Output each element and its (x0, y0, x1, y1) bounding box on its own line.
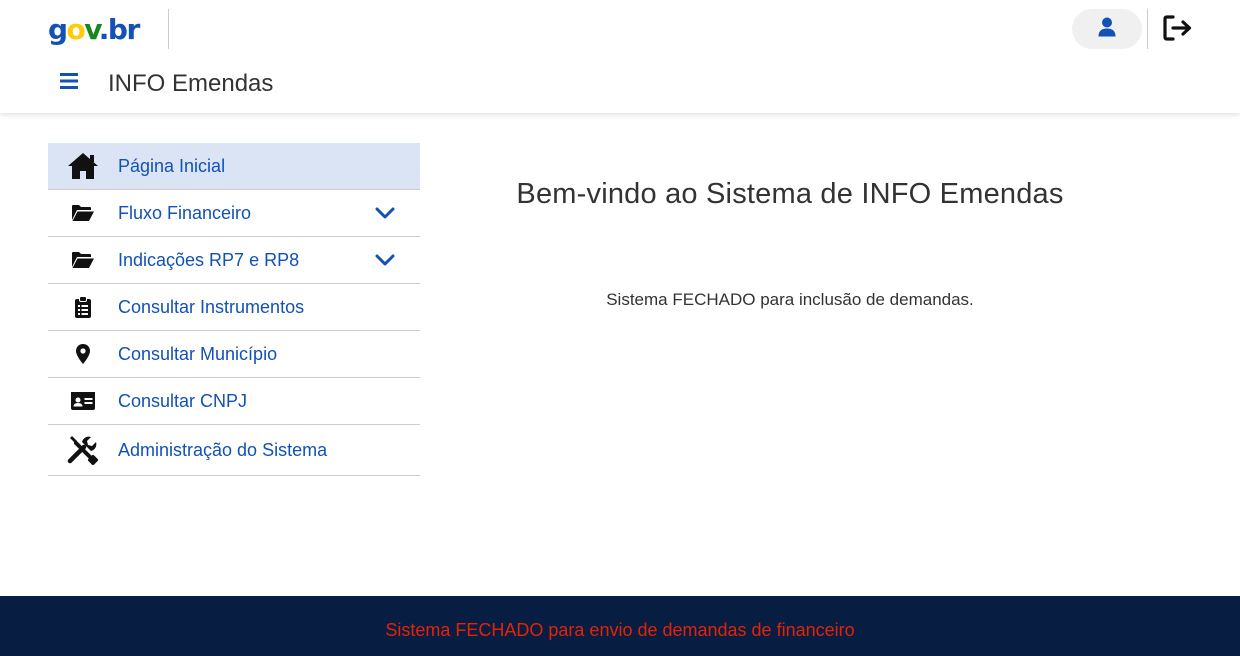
tools-icon (66, 433, 100, 467)
logout-button[interactable] (1160, 12, 1196, 48)
sidebar-item-fluxo-financeiro[interactable]: Fluxo Financeiro (48, 190, 420, 237)
user-icon (1098, 17, 1116, 42)
header-divider (168, 9, 169, 49)
sidebar-item-label: Administração do Sistema (118, 439, 328, 460)
sidebar-item-label: Fluxo Financeiro (118, 202, 252, 223)
sidebar-item-pagina-inicial[interactable]: Página Inicial (48, 143, 420, 190)
folder-open-icon (66, 243, 100, 277)
footer: Sistema FECHADO para envio de demandas d… (0, 596, 1240, 656)
sidebar-item-label: Consultar Município (118, 343, 278, 364)
sidebar-item-label: Consultar Instrumentos (118, 296, 305, 317)
folder-open-icon (66, 196, 100, 230)
home-icon (66, 149, 100, 183)
sidebar-item-consultar-instrumentos[interactable]: Consultar Instrumentos (48, 284, 420, 331)
header: gov.br INFO Emendas (0, 0, 1240, 113)
chevron-down-icon[interactable] (373, 248, 397, 272)
govbr-logo[interactable]: gov.br (48, 12, 140, 48)
footer-status-message: Sistema FECHADO para envio de demandas d… (385, 619, 855, 640)
sidebar-item-label: Página Inicial (118, 155, 226, 176)
status-message: Sistema FECHADO para inclusão de demanda… (606, 290, 974, 309)
map-marker-icon (66, 337, 100, 371)
sidebar-item-consultar-municipio[interactable]: Consultar Município (48, 331, 420, 378)
sign-out-icon (1162, 14, 1194, 47)
sidebar-item-indicacoes-rp7-rp8[interactable]: Indicações RP7 e RP8 (48, 237, 420, 284)
page-title: Bem-vindo ao Sistema de INFO Emendas (516, 178, 1064, 210)
hamburger-icon (60, 72, 78, 94)
sidebar-item-label: Consultar CNPJ (118, 390, 248, 411)
chevron-down-icon[interactable] (373, 201, 397, 225)
sidebar-item-administracao[interactable]: Administração do Sistema (48, 425, 420, 476)
sidebar-menu: Página Inicial Fluxo Financeiro Indicaçõ… (48, 143, 420, 476)
clipboard-list-icon (66, 290, 100, 324)
sidebar-item-consultar-cnpj[interactable]: Consultar CNPJ (48, 378, 420, 425)
header-divider (1147, 9, 1148, 49)
menu-toggle-button[interactable] (56, 70, 82, 96)
user-button[interactable] (1072, 9, 1142, 49)
app-title: INFO Emendas (108, 70, 274, 97)
sidebar-item-label: Indicações RP7 e RP8 (118, 249, 300, 270)
id-card-icon (66, 384, 100, 418)
